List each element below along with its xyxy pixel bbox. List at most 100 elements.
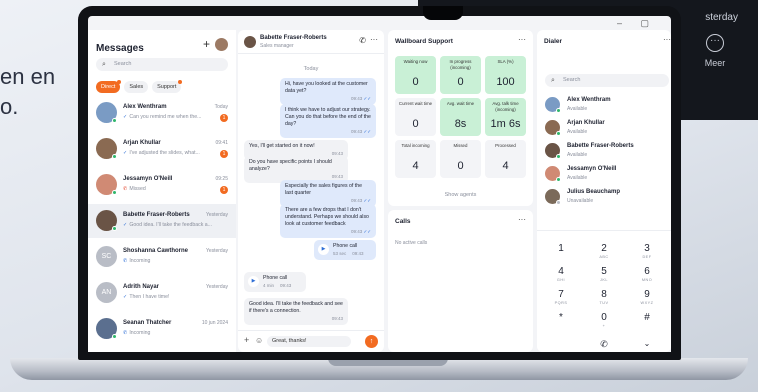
dial-key-8[interactable]: 8 TUV	[584, 289, 624, 305]
bubble-text: I think we have to adjust our strategy. …	[285, 107, 371, 127]
key-letters: ABC	[599, 255, 609, 259]
preview-text: Can you remind me when the...	[129, 114, 202, 120]
incoming-call-icon: ✆	[123, 258, 128, 264]
emoji-icon[interactable]: ☺	[255, 336, 263, 345]
bubble-time: 09:43 ✓✓	[285, 197, 371, 204]
tile-value: 4	[412, 160, 419, 172]
conversation-item[interactable]: SC Shoshanna Cawthorne Yesterday ✆ Incoming	[88, 240, 236, 274]
search-icon: ⌕	[102, 61, 106, 68]
tile-value: 0	[457, 160, 464, 172]
dial-key-2[interactable]: 2 ABC	[584, 243, 624, 259]
tile-label: Avg. talk time (incoming)	[492, 101, 519, 112]
filter-sales[interactable]: Sales	[124, 81, 149, 93]
tile-label: In progress (incoming)	[449, 59, 472, 70]
dialer-contact[interactable]: Arjan Khullar Available	[545, 117, 669, 139]
conversation-item[interactable]: Babette Fraser-Roberts Yesterday ✓ Good ide…	[88, 204, 236, 238]
conversation-item[interactable]: Julius Beauchamp10 jun 2024	[88, 348, 236, 352]
dial-key-1[interactable]: 1	[541, 243, 581, 255]
key-digit: 4	[558, 266, 564, 277]
conversation-preview: ✆ Incoming	[123, 330, 213, 336]
read-check-icon: ✓✓	[362, 229, 371, 234]
key-letters: DEF	[642, 255, 652, 259]
key-letters: MNO	[641, 278, 653, 282]
chat-panel: Babette Fraser-Roberts Sales manager ✆ ·…	[238, 30, 384, 352]
conversation-name: Alex Wenthram	[123, 104, 167, 110]
tile-value: 0	[412, 118, 419, 130]
more-options-icon[interactable]: ···	[370, 35, 378, 44]
key-digit: 8	[601, 289, 607, 300]
conversation-name: Shoshanna Cawthorne	[123, 248, 189, 254]
background-text: en en o.	[0, 62, 55, 122]
dial-key-7[interactable]: 7 PQRS	[541, 289, 581, 305]
wallboard-tile: Missed 0	[440, 140, 481, 178]
show-agents-link[interactable]: Show agents	[388, 192, 533, 198]
filter-direct[interactable]: Direct	[96, 80, 122, 93]
calls-title: Calls	[395, 218, 411, 225]
read-check-icon: ✓	[123, 114, 128, 120]
dial-key-5[interactable]: 5 JKL	[584, 266, 624, 282]
bubble-time: 09:43 ✓✓	[285, 128, 371, 135]
dial-key-0[interactable]: 0 +	[584, 312, 624, 328]
more-options-icon[interactable]: ···	[518, 35, 526, 44]
new-message-plus-icon[interactable]: +	[203, 37, 210, 51]
dial-key-hash[interactable]: #	[627, 312, 667, 324]
dial-key-4[interactable]: 4 GHI	[541, 266, 581, 282]
conversation-item[interactable]: Seanan Thatcher 10 jun 2024 ✆ Incoming	[88, 312, 236, 346]
dialer-contact[interactable]: Alex Wenthram Available	[545, 94, 669, 116]
dial-key-6[interactable]: 6 MNO	[627, 266, 667, 282]
window-controls[interactable]: – ▢	[617, 18, 657, 29]
conversation-preview: ✆ Incoming	[123, 258, 213, 264]
tile-label: Waiting now	[403, 59, 428, 64]
key-digit: 9	[644, 289, 650, 300]
presence-dot	[556, 131, 561, 136]
call-button[interactable]: ✆	[584, 339, 624, 350]
contact-name: Julius Beauchamp	[567, 189, 621, 195]
conversation-name: Jessamyn O'Neill	[123, 176, 173, 182]
bubble-text: There are a few drops that I don't under…	[285, 207, 369, 227]
key-digit: 3	[644, 243, 650, 254]
meer-button[interactable]: ··· Meer	[694, 34, 736, 68]
tile-label: Avg. wait time	[446, 101, 475, 106]
more-options-icon[interactable]: ···	[663, 35, 671, 44]
search-icon: ⌕	[551, 77, 555, 84]
dial-key-3[interactable]: 3 DEF	[627, 243, 667, 259]
messages-search-input[interactable]: ⌕ Search	[96, 58, 228, 71]
play-recording-icon[interactable]: ▶	[318, 244, 329, 255]
send-button[interactable]: ↑	[365, 335, 378, 348]
conversation-item[interactable]: Jessamyn O'Neill 09:25 ✆ Missed 1	[88, 168, 236, 202]
tile-value: 8s	[454, 118, 467, 130]
call-bubble: ▶ Phone call 53 sec 09:43	[314, 240, 376, 260]
contact-status: Unavailable	[567, 198, 594, 204]
bubble-text: Do you have specific points I should ana…	[249, 159, 332, 172]
dial-key-9[interactable]: 9 WXYZ	[627, 289, 667, 305]
conversation-item[interactable]: Arjan Khullar 09:41 ✓ I've adjusted the sli…	[88, 132, 236, 166]
preview-text: Incoming	[129, 258, 151, 264]
read-check-icon: ✓	[123, 150, 128, 156]
duration-text: 4 min	[263, 283, 275, 288]
filter-support[interactable]: Support	[152, 80, 183, 93]
bubble-time: 09:43 ✓✓	[285, 228, 371, 235]
call-time: 09:43	[280, 283, 292, 288]
dial-key-star[interactable]: *	[541, 312, 581, 324]
dialer-search-input[interactable]: ⌕ Search	[545, 74, 669, 87]
call-phone-icon[interactable]: ✆	[359, 36, 366, 45]
user-avatar[interactable]	[215, 38, 228, 51]
call-time: 09:43	[352, 251, 364, 256]
dialer-contact[interactable]: Babette Fraser-Roberts Available	[545, 140, 669, 162]
conversation-item[interactable]: Alex Wenthram Today ✓ Can you remind me whe…	[88, 96, 236, 130]
online-status-dot	[112, 154, 117, 159]
dialer-contact[interactable]: Julius Beauchamp Unavailable	[545, 186, 669, 208]
message-input[interactable]: Great, thanks!	[267, 336, 351, 347]
bubble-text: Yes, I'll get started on it now!	[249, 143, 315, 149]
tile-value: 4	[502, 160, 509, 172]
read-check-icon: ✓	[123, 222, 128, 228]
play-recording-icon[interactable]: ▶	[248, 276, 259, 287]
chevron-down-icon[interactable]: ⌄	[627, 339, 667, 348]
more-options-icon[interactable]: ···	[518, 215, 526, 224]
attach-plus-icon[interactable]: +	[244, 335, 249, 345]
dialer-contact[interactable]: Jessamyn O'Neill Available	[545, 163, 669, 185]
time-text: 09:43	[350, 229, 363, 234]
conversation-time: Today	[214, 104, 228, 110]
chat-bubble: I think we have to adjust our strategy. …	[280, 104, 376, 138]
conversation-item[interactable]: AN Adrith Nayar Yesterday ✓ Then I have time…	[88, 276, 236, 310]
